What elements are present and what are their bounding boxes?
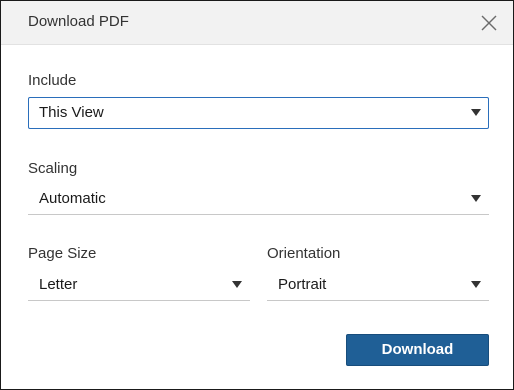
- caret-down-icon: [232, 281, 242, 288]
- orientation-label: Orientation: [267, 245, 341, 262]
- page-size-select[interactable]: Letter: [28, 269, 250, 301]
- close-icon: [481, 15, 497, 31]
- download-pdf-dialog: Download PDF Include This View Scaling A…: [0, 0, 514, 390]
- include-label: Include: [28, 72, 77, 89]
- page-size-label: Page Size: [28, 245, 97, 262]
- caret-down-icon: [471, 281, 481, 288]
- caret-down-icon: [471, 109, 481, 116]
- dialog-title: Download PDF: [28, 13, 129, 30]
- close-button[interactable]: [475, 9, 503, 37]
- caret-down-icon: [471, 195, 481, 202]
- dialog-titlebar: Download PDF: [1, 1, 513, 45]
- include-selected-value: This View: [39, 104, 104, 121]
- include-select[interactable]: This View: [28, 97, 489, 129]
- download-button[interactable]: Download: [346, 334, 489, 366]
- scaling-selected-value: Automatic: [39, 190, 106, 207]
- orientation-select[interactable]: Portrait: [267, 269, 489, 301]
- orientation-selected-value: Portrait: [278, 276, 327, 293]
- page-size-selected-value: Letter: [39, 276, 78, 293]
- scaling-label: Scaling: [28, 160, 78, 177]
- scaling-select[interactable]: Automatic: [28, 183, 489, 215]
